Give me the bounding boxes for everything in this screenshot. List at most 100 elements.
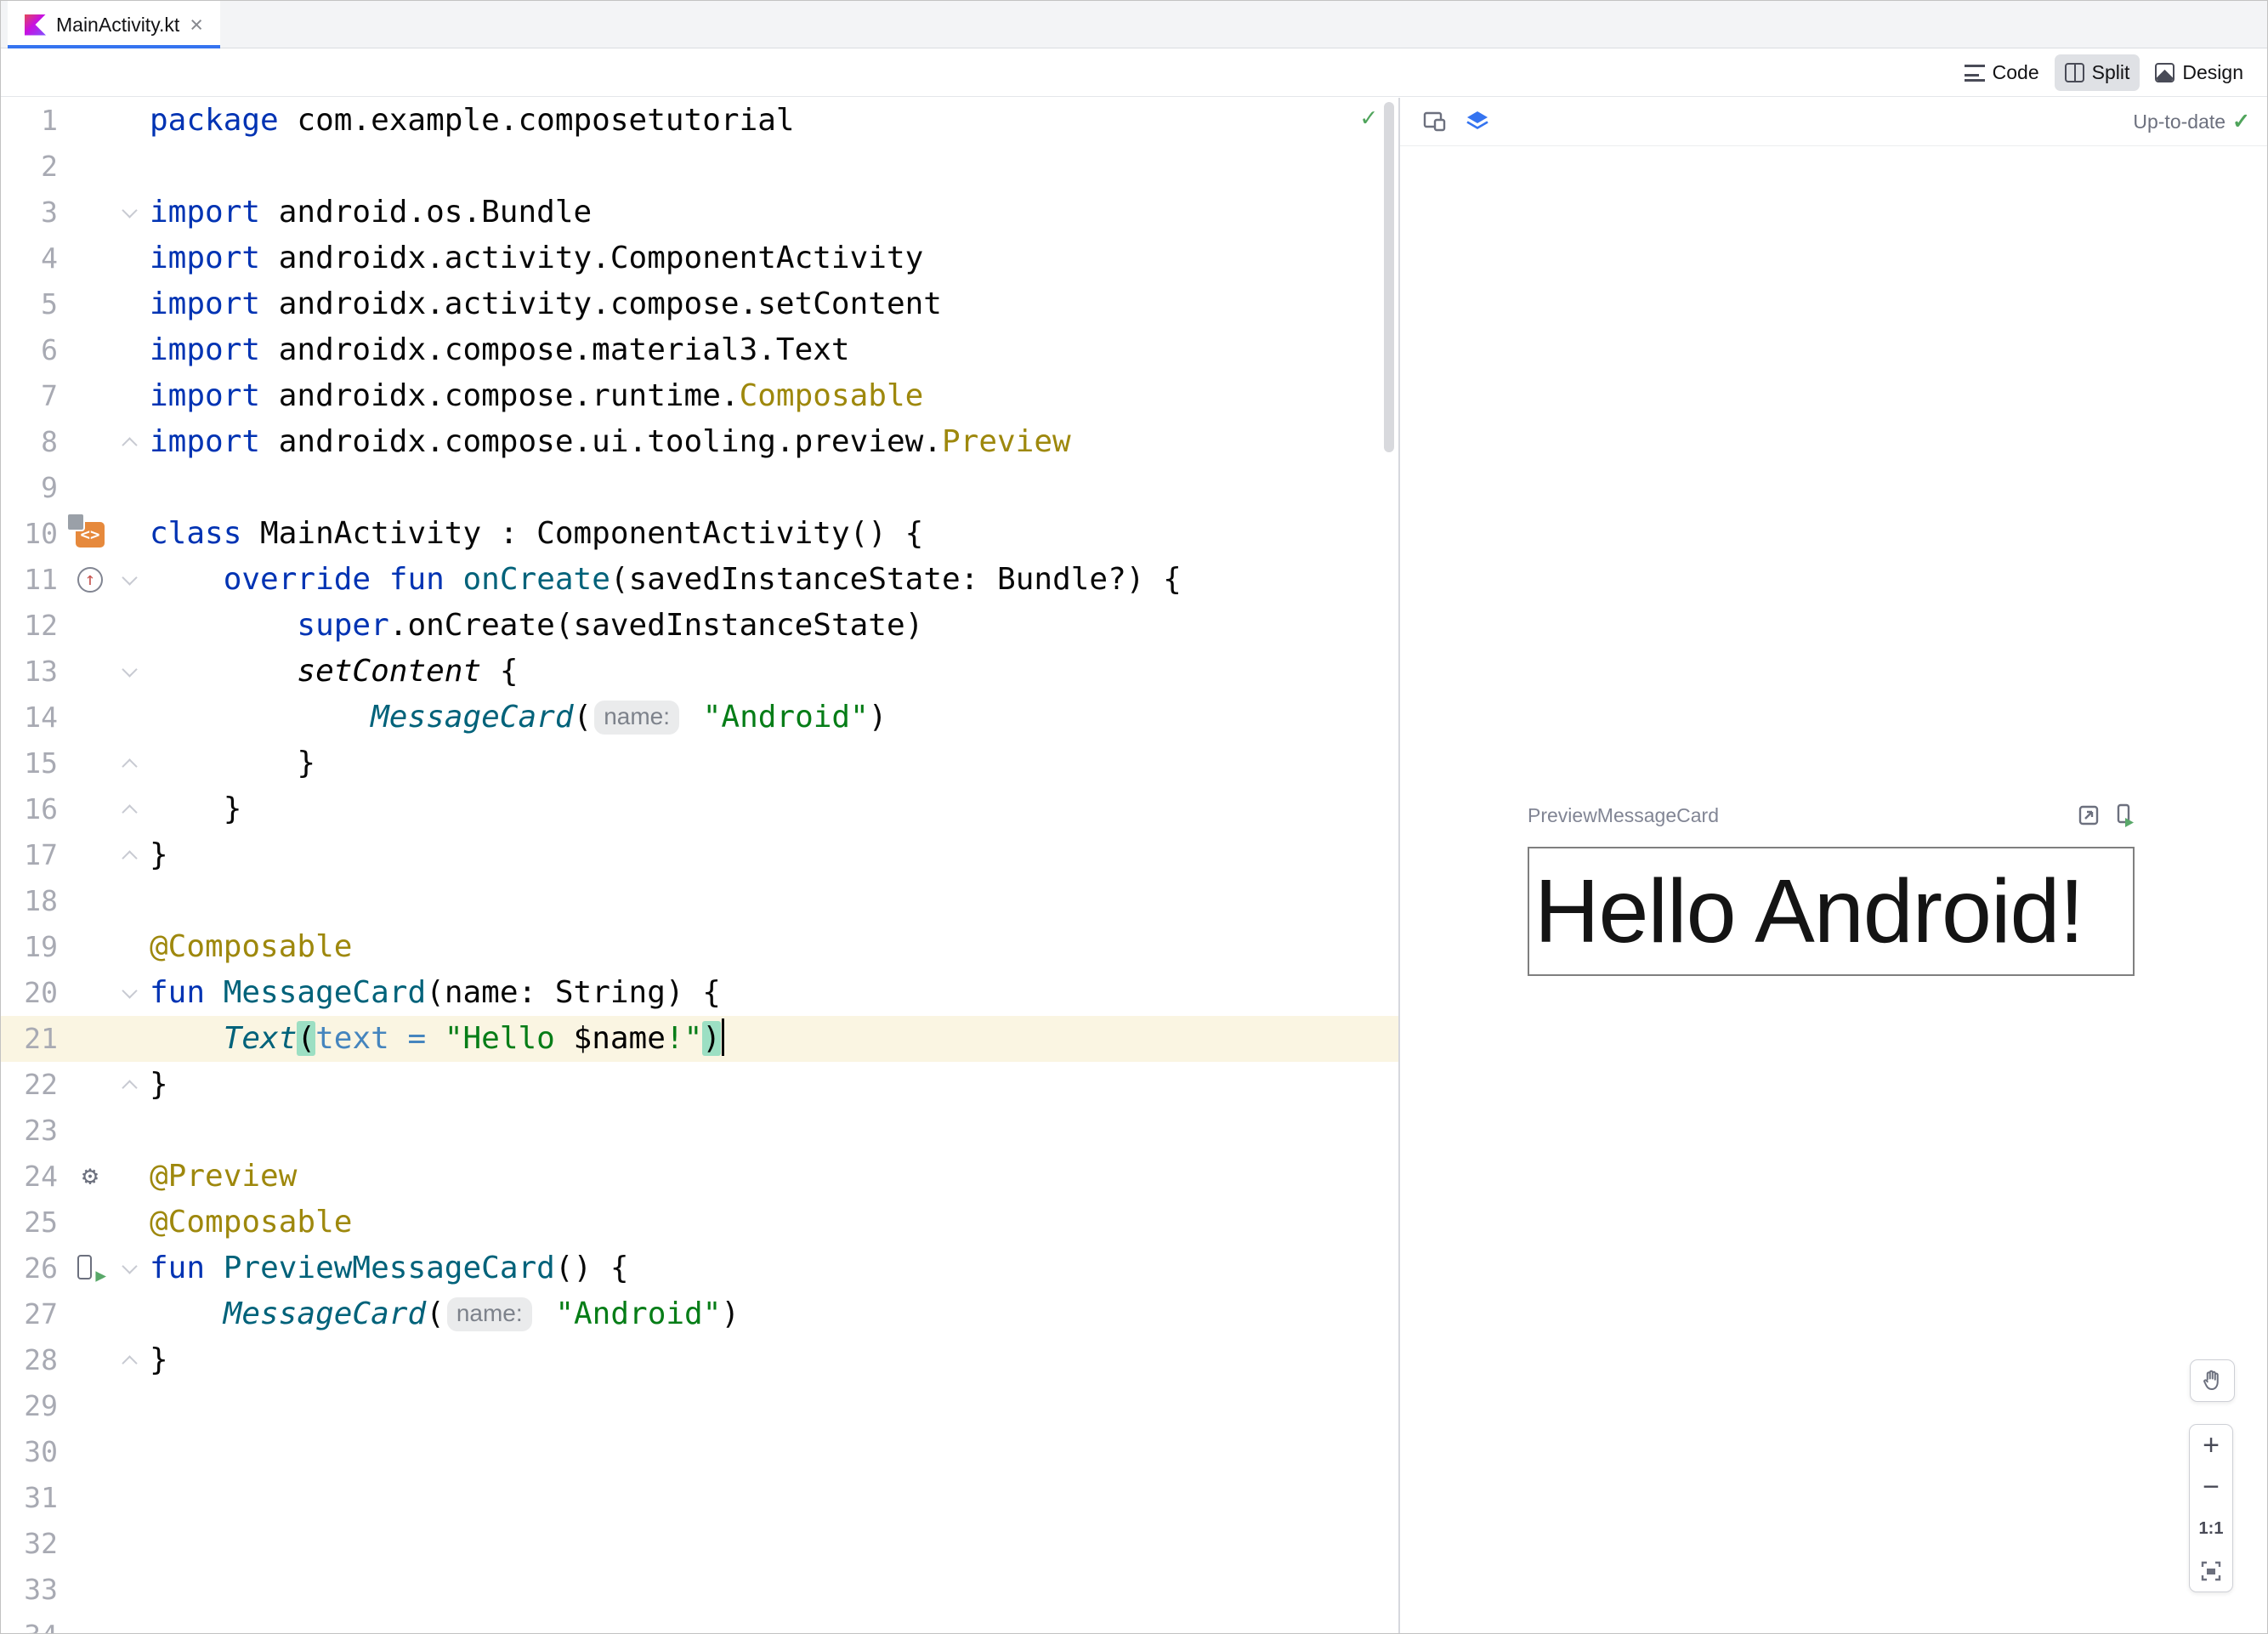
line-number[interactable]: 12	[1, 603, 65, 649]
code-line-text[interactable]: package com.example.composetutorial	[150, 98, 1398, 144]
inspections-ok-icon[interactable]: ✓	[1361, 103, 1376, 133]
preview-settings-icon[interactable]: ⚙	[82, 1154, 99, 1200]
fold-toggle-icon[interactable]	[122, 758, 138, 774]
code-line-text[interactable]	[150, 1383, 1398, 1429]
code-line-text[interactable]	[150, 465, 1398, 511]
code-line-text[interactable]: setContent {	[150, 649, 1398, 695]
line-number[interactable]: 34	[1, 1613, 65, 1633]
code-line-text[interactable]: import androidx.activity.compose.setCont…	[150, 281, 1398, 327]
code-line-text[interactable]	[150, 878, 1398, 924]
line-number[interactable]: 2	[1, 144, 65, 190]
line-number[interactable]: 30	[1, 1429, 65, 1475]
code-line-text[interactable]: }	[150, 1062, 1398, 1108]
code-line-text[interactable]: class MainActivity : ComponentActivity()…	[150, 511, 1398, 557]
line-number[interactable]: 24	[1, 1154, 65, 1200]
code-vision-icon[interactable]: <>	[66, 513, 105, 548]
line-number[interactable]: 17	[1, 832, 65, 878]
ui-check-mode-icon[interactable]	[1422, 109, 1448, 134]
tab-close-icon[interactable]: ×	[190, 13, 203, 36]
line-number[interactable]: 7	[1, 373, 65, 419]
code-line-text[interactable]	[150, 144, 1398, 190]
code-line-text[interactable]	[150, 1108, 1398, 1154]
line-number[interactable]: 8	[1, 419, 65, 465]
code-line-text[interactable]	[150, 1613, 1398, 1633]
line-number[interactable]: 28	[1, 1337, 65, 1383]
code-line-text[interactable]: Text(text = "Hello $name!")	[150, 1016, 1398, 1062]
run-preview-device-icon[interactable]	[2112, 803, 2136, 827]
code-line-text[interactable]	[150, 1475, 1398, 1521]
code-line-text[interactable]: override fun onCreate(savedInstanceState…	[150, 557, 1398, 603]
view-mode-design-button[interactable]: Design	[2145, 54, 2254, 91]
code-line-text[interactable]: import androidx.activity.ComponentActivi…	[150, 235, 1398, 281]
line-number[interactable]: 6	[1, 327, 65, 373]
fold-toggle-icon[interactable]	[122, 1258, 138, 1274]
code-line-text[interactable]: }	[150, 786, 1398, 832]
code-line-text[interactable]: MessageCard(name: "Android")	[150, 695, 1398, 740]
line-number[interactable]: 18	[1, 878, 65, 924]
code-line-text[interactable]	[150, 1567, 1398, 1613]
fold-toggle-icon[interactable]	[122, 202, 138, 218]
editor-scrollbar[interactable]	[1384, 102, 1394, 452]
code-line-text[interactable]: import androidx.compose.material3.Text	[150, 327, 1398, 373]
code-line-text[interactable]	[150, 1429, 1398, 1475]
code-line-text[interactable]: import android.os.Bundle	[150, 190, 1398, 235]
zoom-in-button[interactable]: +	[2190, 1425, 2232, 1467]
line-number[interactable]: 10	[1, 511, 65, 557]
line-number[interactable]: 21	[1, 1016, 65, 1062]
line-number[interactable]: 29	[1, 1383, 65, 1429]
line-number[interactable]: 1	[1, 98, 65, 144]
fold-toggle-icon[interactable]	[122, 1355, 138, 1371]
jump-to-source-icon[interactable]	[2077, 803, 2101, 827]
line-number[interactable]: 13	[1, 649, 65, 695]
line-number[interactable]: 14	[1, 695, 65, 740]
fold-toggle-icon[interactable]	[122, 983, 138, 999]
zoom-actual-size-button[interactable]: 1:1	[2190, 1508, 2232, 1550]
line-number[interactable]: 20	[1, 970, 65, 1016]
code-line-text[interactable]: }	[150, 1337, 1398, 1383]
line-number[interactable]: 5	[1, 281, 65, 327]
line-number[interactable]: 32	[1, 1521, 65, 1567]
fold-toggle-icon[interactable]	[122, 804, 138, 820]
fold-toggle-icon[interactable]	[122, 1080, 138, 1096]
code-line-text[interactable]: super.onCreate(savedInstanceState)	[150, 603, 1398, 649]
view-mode-code-button[interactable]: Code	[1954, 54, 2050, 91]
view-mode-split-button[interactable]: Split	[2054, 54, 2140, 91]
preview-rendered-component[interactable]: Hello Android!	[1528, 847, 2135, 976]
layers-icon[interactable]	[1465, 109, 1490, 134]
line-number[interactable]: 27	[1, 1291, 65, 1337]
code-line-text[interactable]: }	[150, 740, 1398, 786]
zoom-out-button[interactable]: −	[2190, 1467, 2232, 1508]
line-number[interactable]: 31	[1, 1475, 65, 1521]
code-editor[interactable]: 1 package com.example.composetutorial 2 3 im…	[1, 98, 1398, 1633]
line-number[interactable]: 26	[1, 1245, 65, 1291]
line-number[interactable]: 22	[1, 1062, 65, 1108]
line-number[interactable]: 15	[1, 740, 65, 786]
line-number[interactable]: 16	[1, 786, 65, 832]
tab-mainactivity[interactable]: MainActivity.kt ×	[8, 1, 221, 49]
fold-toggle-icon[interactable]	[122, 570, 138, 586]
line-number[interactable]: 3	[1, 190, 65, 235]
code-line-text[interactable]: fun PreviewMessageCard() {	[150, 1245, 1398, 1291]
line-number[interactable]: 11	[1, 557, 65, 603]
zoom-fit-button[interactable]	[2190, 1550, 2232, 1591]
code-line-text[interactable]: import androidx.compose.runtime.Composab…	[150, 373, 1398, 419]
fold-toggle-icon[interactable]	[122, 437, 138, 453]
override-method-icon[interactable]: ↑	[77, 567, 103, 593]
code-line-text[interactable]: }	[150, 832, 1398, 878]
line-number[interactable]: 4	[1, 235, 65, 281]
fold-toggle-icon[interactable]	[122, 661, 138, 678]
pan-tool-button[interactable]	[2190, 1359, 2235, 1402]
code-line-text[interactable]: fun MessageCard(name: String) {	[150, 970, 1398, 1016]
code-line-text[interactable]: @Composable	[150, 1200, 1398, 1245]
code-line-text[interactable]: @Composable	[150, 924, 1398, 970]
run-preview-icon[interactable]: ▶	[75, 1252, 106, 1285]
code-line-text[interactable]: import androidx.compose.ui.tooling.previ…	[150, 419, 1398, 465]
line-number[interactable]: 9	[1, 465, 65, 511]
line-number[interactable]: 33	[1, 1567, 65, 1613]
line-number[interactable]: 23	[1, 1108, 65, 1154]
code-line-text[interactable]: @Preview	[150, 1154, 1398, 1200]
fold-toggle-icon[interactable]	[122, 850, 138, 866]
code-line-text[interactable]: MessageCard(name: "Android")	[150, 1291, 1398, 1337]
line-number[interactable]: 19	[1, 924, 65, 970]
line-number[interactable]: 25	[1, 1200, 65, 1245]
